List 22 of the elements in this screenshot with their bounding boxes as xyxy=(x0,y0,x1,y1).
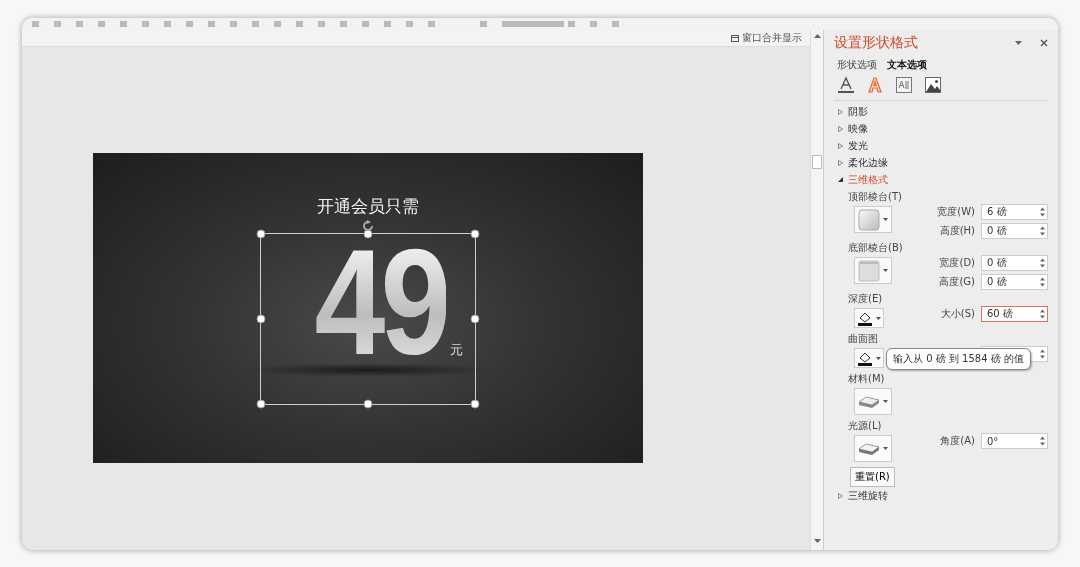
price-unit: 元 xyxy=(449,341,463,359)
field-value: 6 磅 xyxy=(987,205,1007,219)
tooltip: 输入从 0 磅 到 1584 磅 的值 xyxy=(886,348,1031,370)
field-label: 高度(G) xyxy=(939,275,975,289)
panel-title: 设置形状格式 xyxy=(834,34,919,52)
group-label: 材料(M) xyxy=(848,372,886,386)
group-label: 光源(L) xyxy=(848,419,883,433)
field-value: 0 磅 xyxy=(987,224,1007,238)
group-label: 顶部棱台(T) xyxy=(848,190,903,204)
field-label: 高度(H) xyxy=(939,224,975,238)
field-label: 宽度(W) xyxy=(937,205,975,219)
field-value: 0° xyxy=(987,435,999,447)
field-value: 0 磅 xyxy=(987,256,1007,270)
field-value: 60 磅 xyxy=(987,307,1013,321)
field-label: 大小(S) xyxy=(940,307,975,321)
group-label: 底部棱台(B) xyxy=(848,241,904,255)
slide-subtitle: 开通会员只需 xyxy=(317,195,419,217)
field-label: 角度(A) xyxy=(940,434,975,448)
field-label: 宽度(D) xyxy=(939,256,975,270)
group-label: 深度(E) xyxy=(848,292,884,306)
group-label: 曲面图 xyxy=(848,332,879,346)
field-value: 0 磅 xyxy=(987,275,1007,289)
